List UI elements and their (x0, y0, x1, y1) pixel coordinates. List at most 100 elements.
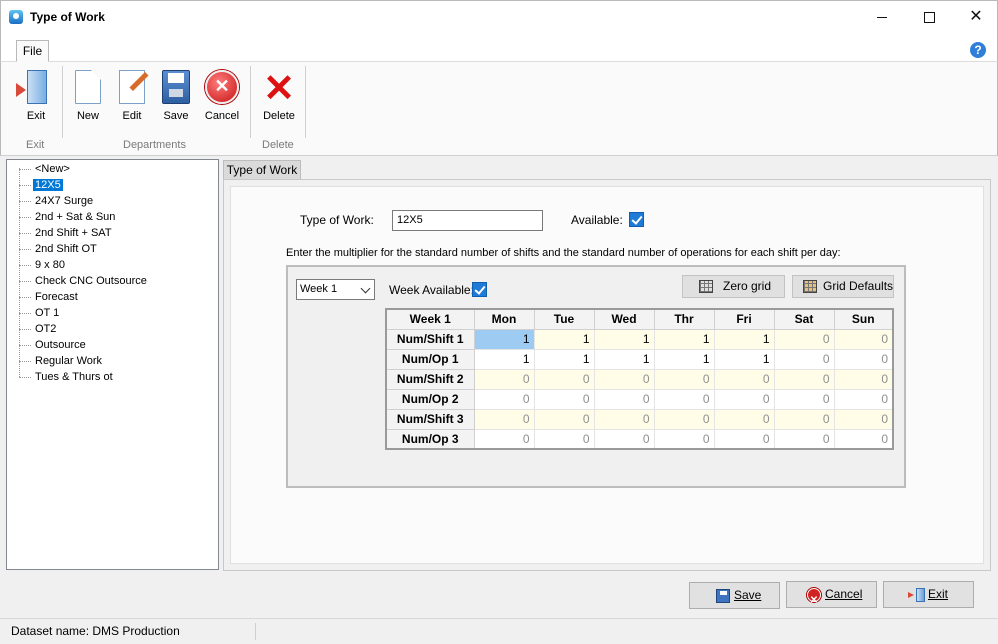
grid-cell[interactable]: 0 (473, 388, 535, 410)
type-of-work-input[interactable]: 12X5 (392, 210, 543, 231)
week-select[interactable]: Week 1 (296, 279, 375, 300)
tree-connector (19, 168, 31, 170)
tab-type-of-work[interactable]: Type of Work (223, 160, 301, 179)
exit-button[interactable]: Exit (13, 68, 59, 128)
grid-cell[interactable]: 1 (713, 348, 775, 370)
grid-cell[interactable]: 0 (533, 388, 595, 410)
grid-defaults-button[interactable]: Grid Defaults (792, 275, 894, 298)
tree-item[interactable]: 12X5 (19, 177, 63, 193)
grid-cell[interactable]: 0 (713, 408, 775, 430)
grid-row: Num/Shift 11111100 (385, 328, 894, 350)
help-icon[interactable]: ? (970, 42, 986, 58)
footer-save-label: Save (734, 588, 762, 602)
tree-item[interactable]: <New> (19, 161, 72, 177)
ribbon-separator (62, 66, 63, 138)
tree-item[interactable]: 2nd + Sat & Sun (19, 209, 117, 225)
ribbon-separator (305, 66, 306, 138)
maximize-button[interactable] (906, 1, 952, 33)
grid-row: Num/Shift 20000000 (385, 368, 894, 390)
grid-defaults-label: Grid Defaults (823, 279, 894, 293)
grid-cell[interactable]: 0 (533, 408, 595, 430)
tree-item-label: Outsource (35, 339, 86, 351)
grid-cell[interactable]: 1 (653, 328, 715, 350)
save-icon (716, 589, 730, 603)
grid-cell[interactable]: 0 (773, 428, 835, 450)
grid-cell[interactable]: 0 (833, 408, 894, 430)
grid-cell[interactable]: 0 (713, 388, 775, 410)
tree-item[interactable]: 2nd Shift + SAT (19, 225, 114, 241)
grid-cell[interactable]: 0 (473, 368, 535, 390)
grid-cell[interactable]: 1 (713, 328, 775, 350)
ribbon-separator (250, 66, 251, 138)
tree-connector (19, 232, 31, 234)
grid-cell[interactable]: 0 (533, 428, 595, 450)
week-available-checkbox[interactable] (472, 282, 487, 297)
group-label-delete: Delete (262, 139, 294, 151)
grid-cell[interactable]: 0 (653, 428, 715, 450)
grid-cell[interactable]: 0 (773, 388, 835, 410)
tree-item[interactable]: Tues & Thurs ot (19, 369, 115, 385)
grid-cell[interactable]: 0 (773, 328, 835, 350)
close-button[interactable]: ✕ (953, 1, 998, 33)
tree-connector (19, 184, 31, 186)
tree-item[interactable]: 2nd Shift OT (19, 241, 99, 257)
grid-cell[interactable]: 0 (713, 368, 775, 390)
grid-cell[interactable]: 0 (833, 348, 894, 370)
grid-cell[interactable]: 1 (653, 348, 715, 370)
tree-item-label: Tues & Thurs ot (35, 371, 113, 383)
tree-item[interactable]: OT 1 (19, 305, 61, 321)
grid-cell[interactable]: 0 (773, 368, 835, 390)
grid-cell[interactable]: 1 (533, 348, 595, 370)
new-document-icon (75, 70, 101, 104)
grid-cell[interactable]: 0 (473, 428, 535, 450)
cancel-button[interactable]: Cancel (199, 68, 245, 128)
delete-button[interactable]: Delete (256, 66, 302, 128)
tree-item[interactable]: Forecast (19, 289, 80, 305)
available-label: Available: (571, 213, 623, 227)
grid-cell[interactable]: 0 (653, 368, 715, 390)
tree-item[interactable]: 24X7 Surge (19, 193, 95, 209)
grid-cell[interactable]: 0 (833, 328, 894, 350)
exit-icon (908, 588, 925, 602)
grid-cell[interactable]: 0 (773, 348, 835, 370)
grid-cell[interactable]: 0 (593, 388, 655, 410)
footer-exit-button[interactable]: Exit (883, 581, 974, 608)
grid-cell[interactable]: 0 (533, 368, 595, 390)
minimize-button[interactable] (859, 1, 905, 33)
grid-icon (699, 280, 713, 293)
grid-cell[interactable]: 1 (593, 348, 655, 370)
grid-cell[interactable]: 1 (473, 328, 535, 350)
grid-cell[interactable]: 0 (653, 388, 715, 410)
week-select-value: Week 1 (300, 283, 338, 295)
tree-item[interactable]: Regular Work (19, 353, 104, 369)
delete-x-icon (262, 66, 296, 111)
grid-cell[interactable]: 0 (833, 428, 894, 450)
grid-cell[interactable]: 1 (473, 348, 535, 370)
grid-cell[interactable]: 0 (593, 428, 655, 450)
tree-item-label: Forecast (35, 291, 78, 303)
grid-cell[interactable]: 1 (533, 328, 595, 350)
grid-cell[interactable]: 0 (593, 368, 655, 390)
grid-cell[interactable]: 0 (473, 408, 535, 430)
grid-cell[interactable]: 0 (773, 408, 835, 430)
grid-cell[interactable]: 0 (713, 428, 775, 450)
tree-item[interactable]: Outsource (19, 337, 88, 353)
title-bar: Type of Work ✕ (0, 0, 998, 34)
footer-save-button[interactable]: Save (689, 582, 780, 609)
zero-grid-button[interactable]: Zero grid (682, 275, 785, 298)
grid-column-header: Wed (593, 308, 655, 330)
grid-row-header: Num/Op 2 (385, 388, 475, 410)
footer-cancel-button[interactable]: Cancel (786, 581, 877, 613)
shift-multiplier-grid: Week 1 Mon Tue Wed Thr Fri Sat Sun Num/Shift 11… (385, 308, 894, 450)
tree-item[interactable]: OT2 (19, 321, 58, 337)
tree-item[interactable]: 9 x 80 (19, 257, 67, 273)
grid-cell[interactable]: 1 (593, 328, 655, 350)
grid-cell[interactable]: 0 (833, 388, 894, 410)
grid-cell[interactable]: 0 (833, 368, 894, 390)
file-menu[interactable]: File (16, 40, 49, 62)
type-of-work-label: Type of Work: (300, 213, 374, 227)
tree-item[interactable]: Check CNC Outsource (19, 273, 149, 289)
available-checkbox[interactable] (629, 212, 644, 227)
grid-cell[interactable]: 0 (593, 408, 655, 430)
grid-cell[interactable]: 0 (653, 408, 715, 430)
